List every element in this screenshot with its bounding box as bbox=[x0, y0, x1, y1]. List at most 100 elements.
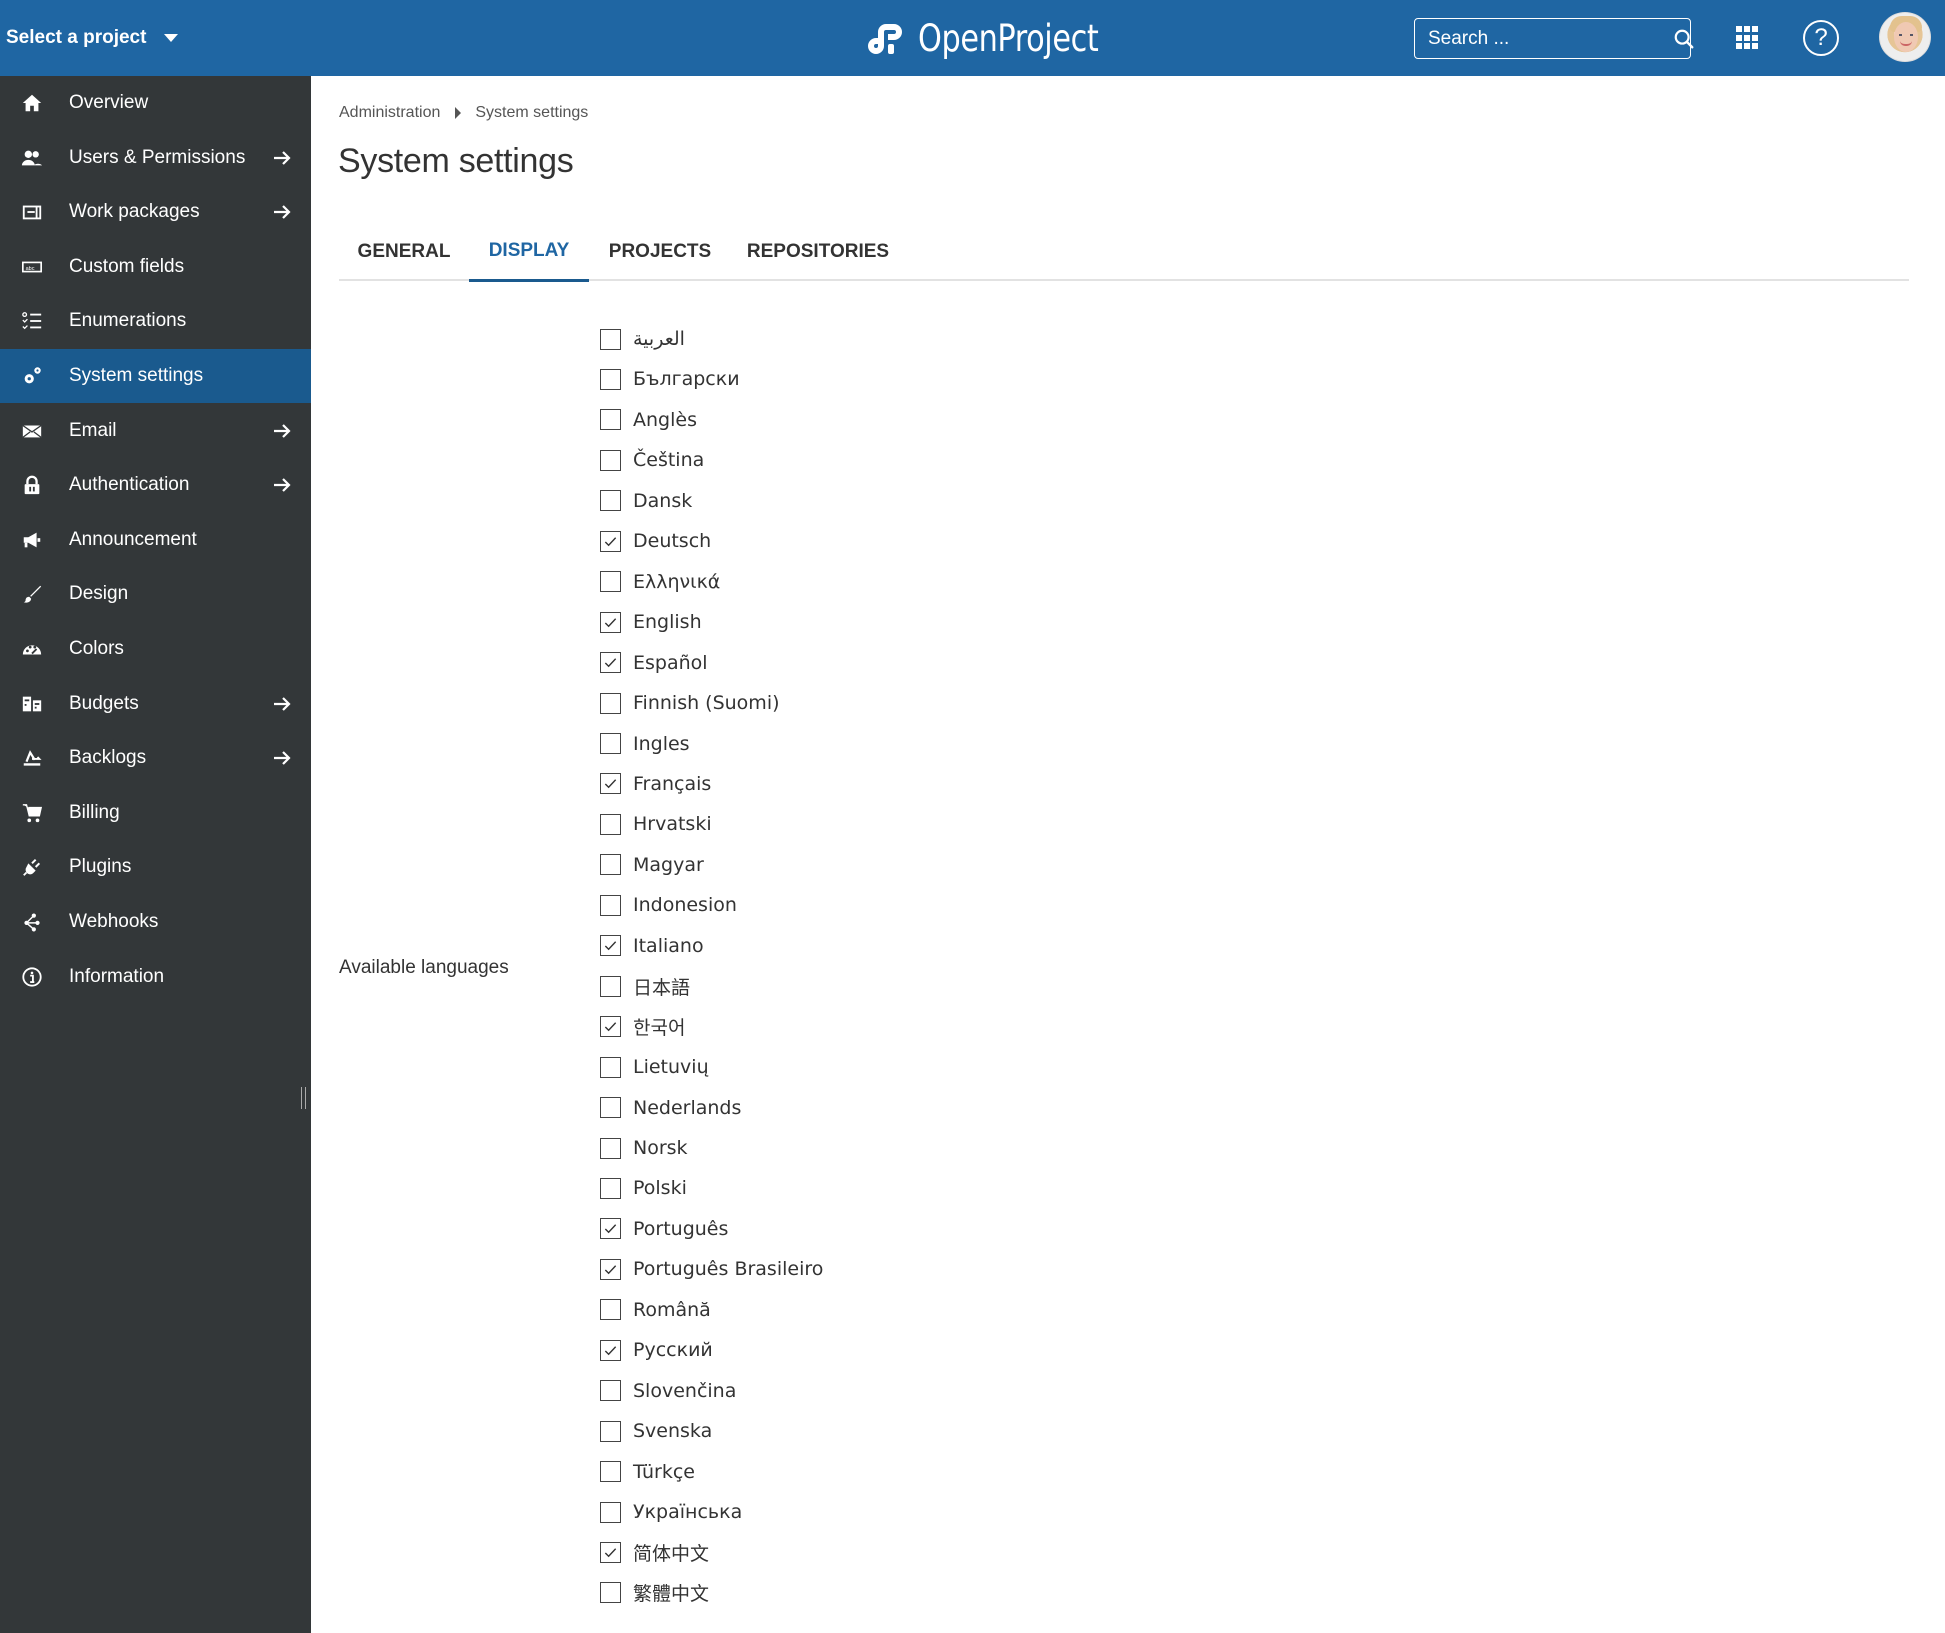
language-option[interactable]: Polski bbox=[600, 1173, 687, 1203]
language-checkbox[interactable] bbox=[600, 1177, 621, 1199]
language-checkbox[interactable] bbox=[600, 1461, 621, 1483]
language-option[interactable]: Deutsch bbox=[600, 526, 711, 556]
language-option[interactable]: Nederlands bbox=[600, 1093, 741, 1123]
language-checkbox[interactable] bbox=[600, 975, 621, 997]
language-checkbox[interactable] bbox=[600, 733, 621, 754]
language-option[interactable]: العربية bbox=[600, 324, 685, 354]
sidebar-item-email[interactable]: Email bbox=[0, 404, 311, 458]
sidebar-item-webhooks[interactable]: Webhooks bbox=[0, 895, 311, 949]
language-option[interactable]: Português bbox=[600, 1214, 728, 1244]
language-checkbox[interactable] bbox=[600, 409, 621, 431]
language-option[interactable]: Ingles bbox=[600, 729, 690, 759]
search-box[interactable] bbox=[1414, 18, 1694, 59]
language-option[interactable]: Türkçe bbox=[600, 1457, 695, 1487]
sidebar-item-backlogs[interactable]: Backlogs bbox=[0, 731, 311, 785]
arrow-right-icon[interactable] bbox=[271, 420, 293, 442]
language-option[interactable]: Русский bbox=[600, 1335, 713, 1365]
language-checkbox[interactable] bbox=[600, 813, 621, 835]
language-checkbox[interactable] bbox=[600, 854, 621, 876]
language-checkbox[interactable] bbox=[600, 1501, 621, 1523]
sidebar-item-enumerations[interactable]: Enumerations bbox=[0, 294, 311, 348]
sidebar-item-budgets[interactable]: Budgets bbox=[0, 677, 311, 731]
language-checkbox[interactable] bbox=[600, 571, 621, 593]
language-checkbox[interactable] bbox=[600, 652, 621, 674]
search-input[interactable] bbox=[1428, 27, 1673, 50]
language-checkbox[interactable] bbox=[600, 1299, 621, 1321]
sidebar-item-users-permissions[interactable]: Users & Permissions bbox=[0, 131, 311, 185]
language-option[interactable]: Ελληνικά bbox=[600, 567, 720, 597]
language-option[interactable]: Español bbox=[600, 648, 708, 678]
language-checkbox[interactable] bbox=[600, 1258, 621, 1280]
search-icon[interactable] bbox=[1673, 28, 1695, 50]
language-checkbox[interactable] bbox=[600, 1137, 621, 1159]
language-checkbox[interactable] bbox=[600, 328, 621, 350]
language-checkbox[interactable] bbox=[600, 773, 621, 795]
arrow-right-icon[interactable] bbox=[271, 474, 293, 496]
sidebar-item-plugins[interactable]: Plugins bbox=[0, 840, 311, 894]
language-option[interactable]: Indonesion bbox=[600, 890, 737, 920]
language-option[interactable]: Italiano bbox=[600, 931, 704, 961]
language-checkbox[interactable] bbox=[600, 1582, 621, 1604]
language-option[interactable]: 繁體中文 bbox=[600, 1578, 709, 1608]
language-checkbox[interactable] bbox=[600, 1339, 621, 1361]
modules-grid-icon[interactable] bbox=[1736, 26, 1760, 50]
language-option[interactable]: Čeština bbox=[600, 445, 704, 475]
language-checkbox[interactable] bbox=[600, 368, 621, 390]
sidebar-item-system-settings[interactable]: System settings bbox=[0, 349, 311, 403]
tab-repositories[interactable]: REPOSITORIES bbox=[731, 222, 905, 281]
arrow-right-icon[interactable] bbox=[271, 147, 293, 169]
language-checkbox[interactable] bbox=[600, 1542, 621, 1563]
sidebar-item-authentication[interactable]: Authentication bbox=[0, 458, 311, 512]
sidebar-item-billing[interactable]: Billing bbox=[0, 786, 311, 840]
language-option[interactable]: Slovenčina bbox=[600, 1376, 736, 1406]
language-option[interactable]: 简体中文 bbox=[600, 1538, 709, 1568]
language-checkbox[interactable] bbox=[600, 611, 621, 633]
language-option[interactable]: 日本語 bbox=[600, 971, 690, 1001]
sidebar-item-information[interactable]: Information bbox=[0, 950, 311, 1004]
tab-projects[interactable]: PROJECTS bbox=[589, 222, 731, 281]
openproject-logo[interactable]: OpenProject bbox=[864, 14, 1138, 62]
sidebar-item-custom-fields[interactable]: abc Custom fields bbox=[0, 240, 311, 294]
sidebar-item-colors[interactable]: Colors bbox=[0, 622, 311, 676]
language-checkbox[interactable] bbox=[600, 1056, 621, 1078]
arrow-right-icon[interactable] bbox=[271, 747, 293, 769]
sidebar-item-overview[interactable]: Overview bbox=[0, 76, 311, 130]
language-checkbox[interactable] bbox=[600, 692, 621, 714]
language-option[interactable]: Lietuvių bbox=[600, 1052, 709, 1082]
language-option[interactable]: Norsk bbox=[600, 1133, 688, 1163]
language-option[interactable]: English bbox=[600, 607, 702, 637]
help-icon[interactable]: ? bbox=[1803, 20, 1839, 56]
breadcrumb-administration[interactable]: Administration bbox=[339, 104, 440, 122]
language-option[interactable]: Anglès bbox=[600, 405, 697, 435]
language-option[interactable]: Hrvatski bbox=[600, 809, 712, 839]
language-checkbox[interactable] bbox=[600, 490, 621, 512]
language-checkbox[interactable] bbox=[600, 1016, 621, 1038]
language-checkbox[interactable] bbox=[600, 935, 621, 957]
sidebar-item-announcement[interactable]: Announcement bbox=[0, 513, 311, 567]
language-option[interactable]: 한국어 bbox=[600, 1012, 685, 1042]
language-option[interactable]: Svenska bbox=[600, 1416, 712, 1446]
language-option[interactable]: Български bbox=[600, 364, 740, 394]
arrow-right-icon[interactable] bbox=[271, 693, 293, 715]
arrow-right-icon[interactable] bbox=[271, 201, 293, 223]
language-option[interactable]: Português Brasileiro bbox=[600, 1254, 823, 1284]
language-option[interactable]: Română bbox=[600, 1295, 711, 1325]
language-checkbox[interactable] bbox=[600, 1380, 621, 1402]
language-checkbox[interactable] bbox=[600, 530, 621, 552]
tab-general[interactable]: GENERAL bbox=[339, 222, 469, 281]
language-option[interactable]: Українська bbox=[600, 1497, 742, 1527]
language-option[interactable]: Finnish (Suomi) bbox=[600, 688, 780, 718]
avatar[interactable] bbox=[1879, 12, 1931, 62]
language-option[interactable]: Dansk bbox=[600, 486, 692, 516]
language-checkbox[interactable] bbox=[600, 1218, 621, 1240]
language-option[interactable]: Magyar bbox=[600, 850, 704, 880]
language-checkbox[interactable] bbox=[600, 894, 621, 916]
tab-display[interactable]: DISPLAY bbox=[469, 222, 589, 282]
language-option[interactable]: Français bbox=[600, 769, 711, 799]
sidebar-item-work-packages[interactable]: Work packages bbox=[0, 185, 311, 239]
language-checkbox[interactable] bbox=[600, 1420, 621, 1442]
language-checkbox[interactable] bbox=[600, 1097, 621, 1119]
sidebar-resize-handle[interactable] bbox=[301, 1087, 306, 1109]
project-select-dropdown[interactable]: Select a project bbox=[6, 22, 179, 54]
language-checkbox[interactable] bbox=[600, 449, 621, 471]
